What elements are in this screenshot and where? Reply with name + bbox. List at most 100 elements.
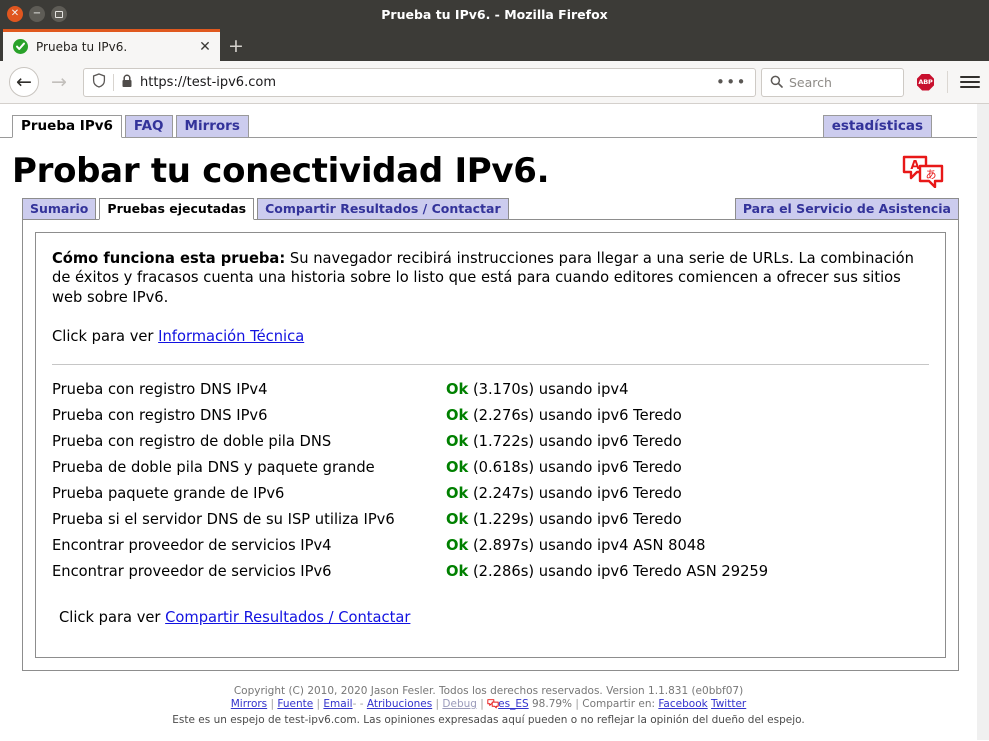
page-actions-icon[interactable]: •••: [716, 73, 749, 91]
page-footer: Copyright (C) 2010, 2020 Jason Fesler. T…: [0, 685, 977, 728]
test-result: Ok (1.229s) usando ipv6 Teredo: [446, 507, 929, 533]
url-bar[interactable]: https://test-ipv6.com •••: [83, 67, 756, 97]
magnifier-icon: [770, 73, 783, 92]
results-section: Sumario Pruebas ejecutadas Compartir Res…: [0, 197, 977, 671]
window-title: Prueba tu IPv6. - Mozilla Firefox: [381, 6, 608, 22]
footer-dash: - -: [352, 698, 364, 711]
test-name: Encontrar proveedor de servicios IPv4: [52, 537, 332, 555]
back-button[interactable]: ←: [9, 67, 39, 97]
panel-divider: [52, 363, 929, 365]
window-minimize-icon[interactable]: −: [29, 6, 45, 22]
test-detail: (2.247s) usando ipv6 Teredo: [472, 485, 682, 503]
browser-tabstrip: Prueba tu IPv6. ✕ +: [0, 28, 989, 61]
tab-close-icon[interactable]: ✕: [196, 38, 214, 56]
table-row: Prueba de doble pila DNS y paquete grand…: [52, 455, 929, 481]
page-title: Probar tu conectividad IPv6.: [12, 151, 550, 191]
test-name: Prueba con registro de doble pila DNS: [52, 433, 332, 451]
site-tab-estadisticas[interactable]: estadísticas: [822, 115, 932, 138]
test-result: Ok (0.618s) usando ipv6 Teredo: [446, 455, 929, 481]
results-table: Prueba con registro DNS IPv4 Ok (3.170s)…: [52, 377, 929, 585]
table-row: Encontrar proveedor de servicios IPv6 Ok…: [52, 559, 929, 585]
green-check-favicon: [13, 39, 28, 54]
footer-link-mirrors[interactable]: Mirrors: [231, 698, 267, 710]
site-tab-faq[interactable]: FAQ: [124, 115, 173, 138]
search-bar[interactable]: Search: [761, 67, 904, 97]
footer-link-locale[interactable]: es_ES: [498, 698, 528, 710]
table-row: Prueba con registro de doble pila DNS Ok…: [52, 429, 929, 455]
inner-tab-pruebas-ejecutadas[interactable]: Pruebas ejecutadas: [99, 198, 255, 220]
test-name: Prueba con registro DNS IPv4: [52, 381, 268, 399]
window-titlebar: ✕ − Prueba tu IPv6. - Mozilla Firefox: [0, 0, 989, 28]
forward-button[interactable]: →: [44, 67, 74, 97]
window-maximize-icon[interactable]: [51, 6, 67, 22]
technical-info-line: Click para ver Información Técnica: [52, 328, 929, 345]
site-nav-tabs: Prueba IPv6 FAQ Mirrors estadísticas: [0, 114, 977, 138]
test-detail: (1.722s) usando ipv6 Teredo: [472, 433, 682, 451]
share-results-line: Click para ver Compartir Resultados / Co…: [52, 609, 929, 626]
browser-tab-active[interactable]: Prueba tu IPv6. ✕: [3, 29, 220, 61]
svg-text:あ: あ: [926, 168, 937, 181]
test-detail: (3.170s) usando ipv4: [472, 381, 629, 399]
test-name: Encontrar proveedor de servicios IPv6: [52, 563, 332, 581]
inner-tab-sumario[interactable]: Sumario: [22, 198, 97, 220]
table-row: Prueba con registro DNS IPv4 Ok (3.170s)…: [52, 377, 929, 403]
hamburger-menu-icon[interactable]: [960, 76, 980, 88]
footer-copyright: Copyright (C) 2010, 2020 Jason Fesler. T…: [233, 684, 744, 697]
status-badge: Ok: [446, 511, 469, 529]
test-result: Ok (1.722s) usando ipv6 Teredo: [446, 429, 929, 455]
click-to-view-prefix-bottom: Click para ver: [59, 608, 166, 626]
test-result: Ok (2.286s) usando ipv6 Teredo ASN 29259: [446, 559, 929, 585]
window-close-icon[interactable]: ✕: [7, 6, 23, 22]
test-name: Prueba con registro DNS IPv6: [52, 407, 268, 425]
urlbar-divider: [113, 73, 114, 91]
status-badge: Ok: [446, 485, 469, 503]
share-results-link[interactable]: Compartir Resultados / Contactar: [165, 609, 410, 626]
table-row: Encontrar proveedor de servicios IPv4 Ok…: [52, 533, 929, 559]
status-badge: Ok: [446, 537, 469, 555]
tab-content-outer: Cómo funciona esta prueba: Su navegador …: [22, 220, 959, 671]
table-row: Prueba si el servidor DNS de su ISP util…: [52, 507, 929, 533]
how-it-works-heading: Cómo funciona esta prueba:: [52, 250, 286, 267]
footer-link-twitter[interactable]: Twitter: [711, 698, 746, 710]
footer-link-facebook[interactable]: Facebook: [658, 698, 707, 710]
search-input[interactable]: Search: [789, 75, 832, 90]
site-tab-mirrors[interactable]: Mirrors: [175, 115, 249, 138]
test-result: Ok (2.247s) usando ipv6 Teredo: [446, 481, 929, 507]
status-badge: Ok: [446, 407, 469, 425]
page-header-row: Probar tu conectividad IPv6. A あ: [0, 138, 977, 197]
technical-info-link[interactable]: Información Técnica: [158, 328, 304, 345]
inner-tab-compartir-resultados[interactable]: Compartir Resultados / Contactar: [257, 198, 509, 220]
page-scrollbar[interactable]: [977, 104, 989, 740]
footer-mirror-notice: Este es un espejo de test-ipv6.com. Las …: [172, 713, 805, 726]
test-result: Ok (3.170s) usando ipv4: [446, 377, 929, 403]
tracking-protection-shield-icon[interactable]: [92, 72, 106, 92]
inner-tab-servicio-asistencia[interactable]: Para el Servicio de Asistencia: [734, 198, 959, 220]
footer-link-debug[interactable]: Debug: [442, 698, 477, 710]
tab-content-panel: Cómo funciona esta prueba: Su navegador …: [35, 232, 946, 658]
test-detail: (1.229s) usando ipv6 Teredo: [472, 511, 682, 529]
url-text[interactable]: https://test-ipv6.com: [140, 75, 709, 90]
status-badge: Ok: [446, 563, 469, 581]
test-detail: (2.276s) usando ipv6 Teredo: [472, 407, 682, 425]
test-detail: (0.618s) usando ipv6 Teredo: [472, 459, 682, 477]
footer-link-atribuciones[interactable]: Atribuciones: [367, 698, 432, 710]
test-result: Ok (2.276s) usando ipv6 Teredo: [446, 403, 929, 429]
page-viewport: Prueba IPv6 FAQ Mirrors estadísticas Pro…: [0, 104, 989, 740]
footer-link-email[interactable]: Email: [323, 698, 352, 710]
footer-links-row: Mirrors | Fuente | Email- - Atribuciones…: [0, 698, 977, 714]
status-badge: Ok: [446, 433, 469, 451]
translate-speech-bubbles-icon[interactable]: A あ: [901, 154, 945, 192]
inner-tabs: Sumario Pruebas ejecutadas Compartir Res…: [22, 197, 959, 220]
footer-link-fuente[interactable]: Fuente: [277, 698, 313, 710]
test-name: Prueba si el servidor DNS de su ISP util…: [52, 511, 395, 529]
status-badge: Ok: [446, 381, 469, 399]
how-it-works-paragraph: Cómo funciona esta prueba: Su navegador …: [52, 249, 929, 307]
table-row: Prueba paquete grande de IPv6 Ok (2.247s…: [52, 481, 929, 507]
table-row: Prueba con registro DNS IPv6 Ok (2.276s)…: [52, 403, 929, 429]
padlock-icon[interactable]: [121, 73, 133, 92]
adblock-plus-icon[interactable]: ABP: [916, 73, 935, 92]
footer-translation-percent: 98.79%: [532, 698, 573, 711]
new-tab-button[interactable]: +: [220, 31, 252, 61]
browser-navigation-toolbar: ← → https://test-ipv6.com ••• Search ABP: [0, 61, 989, 104]
site-tab-prueba-ipv6[interactable]: Prueba IPv6: [12, 115, 122, 138]
